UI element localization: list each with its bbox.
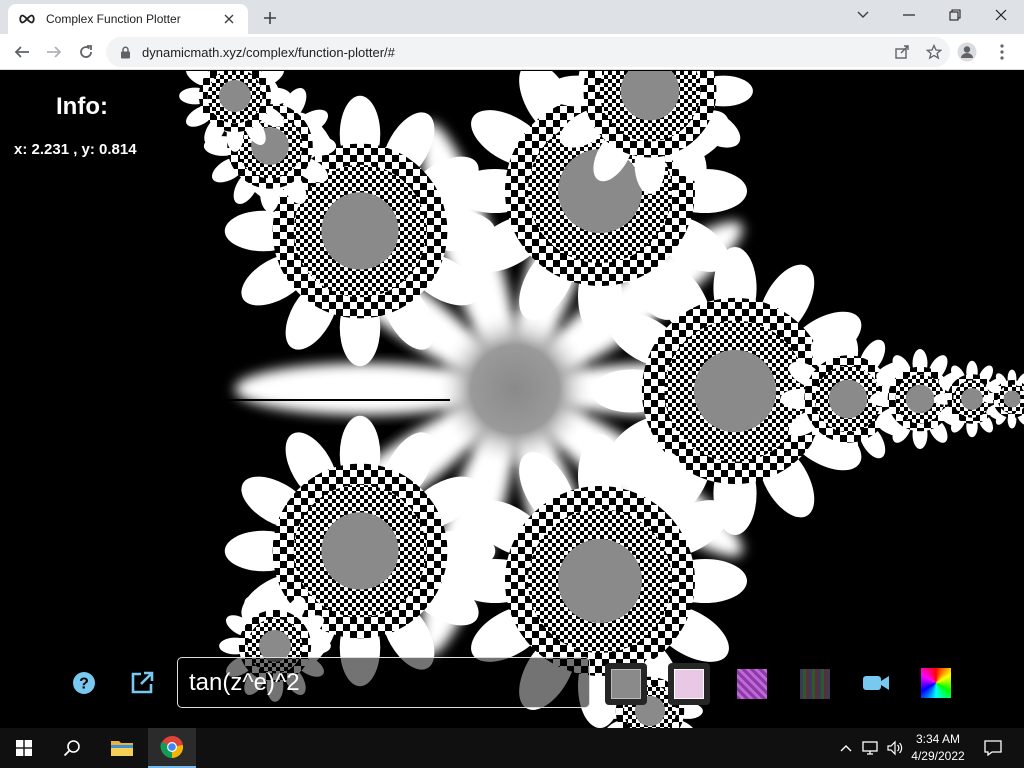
clock-time: 3:34 AM bbox=[915, 732, 961, 746]
swatch-gray-checker[interactable] bbox=[605, 663, 647, 705]
info-title: Info: bbox=[56, 93, 108, 120]
branch-cut-line bbox=[180, 399, 450, 401]
swatch-purple-checker[interactable] bbox=[731, 663, 773, 705]
star-icon[interactable] bbox=[918, 37, 950, 67]
swatch-dark-multicolor[interactable] bbox=[794, 663, 836, 705]
url-text[interactable]: dynamicmath.xyz/complex/function-plotter… bbox=[142, 45, 886, 60]
plot-rosette-core bbox=[321, 512, 399, 590]
search-icon[interactable] bbox=[48, 728, 96, 768]
tab-strip: Complex Function Plotter bbox=[0, 0, 1024, 34]
restore-icon[interactable] bbox=[932, 0, 978, 30]
infinity-icon bbox=[18, 13, 38, 25]
tab-title: Complex Function Plotter bbox=[46, 12, 181, 26]
taskbar: 3:34 AM 4/29/2022 bbox=[0, 728, 1024, 768]
browser-tab[interactable]: Complex Function Plotter bbox=[8, 4, 248, 34]
window-close-icon[interactable] bbox=[978, 0, 1024, 30]
minimize-icon[interactable] bbox=[886, 0, 932, 30]
address-bar[interactable]: dynamicmath.xyz/complex/function-plotter… bbox=[106, 37, 950, 67]
bottom-controls: ? bbox=[0, 657, 1024, 709]
close-icon[interactable] bbox=[220, 10, 238, 28]
clock-date: 4/29/2022 bbox=[911, 749, 965, 763]
screen: Complex Function Plotter dynamicmath.xyz… bbox=[0, 0, 1024, 768]
lock-icon[interactable] bbox=[120, 45, 134, 59]
back-icon[interactable] bbox=[8, 38, 36, 66]
profile-icon[interactable] bbox=[955, 40, 979, 64]
open-external-icon[interactable] bbox=[128, 669, 156, 697]
notification-icon[interactable] bbox=[978, 728, 1008, 768]
plot-rosette-core bbox=[1003, 390, 1021, 408]
svg-text:?: ? bbox=[79, 676, 89, 693]
new-tab-button[interactable] bbox=[258, 6, 282, 30]
plot-center-blur bbox=[435, 309, 595, 469]
share-icon[interactable] bbox=[886, 37, 918, 67]
cursor-coordinates: x: 2.231 , y: 0.814 bbox=[14, 141, 137, 158]
function-input[interactable] bbox=[177, 657, 590, 708]
windows-start-icon[interactable] bbox=[0, 728, 48, 768]
volume-icon[interactable] bbox=[884, 728, 906, 768]
file-explorer-icon[interactable] bbox=[98, 728, 146, 768]
taskbar-clock[interactable]: 3:34 AM 4/29/2022 bbox=[906, 731, 970, 765]
reload-icon[interactable] bbox=[72, 38, 100, 66]
function-plot-canvas[interactable] bbox=[0, 71, 1024, 728]
plot-rosette-core bbox=[905, 384, 935, 414]
plot-rosette-core bbox=[219, 80, 251, 112]
plot-viewport[interactable]: Info: x: 2.231 , y: 0.814 ? bbox=[0, 71, 1024, 728]
plot-rosette-core bbox=[558, 539, 642, 623]
plot-rosette-core bbox=[828, 379, 868, 419]
dark-multicolor-icon bbox=[800, 669, 830, 699]
plot-rosette-core bbox=[961, 388, 983, 410]
chrome-icon[interactable] bbox=[148, 728, 196, 768]
chevron-up-icon[interactable] bbox=[836, 728, 856, 768]
menu-icon[interactable] bbox=[990, 40, 1014, 64]
color-wheel-swatch bbox=[921, 668, 951, 698]
gray-checker-icon bbox=[611, 669, 641, 699]
purple-checker-icon bbox=[737, 669, 767, 699]
browser-toolbar: dynamicmath.xyz/complex/function-plotter… bbox=[0, 34, 1024, 70]
tab-search-icon[interactable] bbox=[840, 0, 886, 30]
color-wheel-icon[interactable] bbox=[920, 667, 952, 699]
forward-icon[interactable] bbox=[40, 38, 68, 66]
pink-checker-icon bbox=[674, 669, 704, 699]
info-panel: Info: x: 2.231 , y: 0.814 bbox=[14, 93, 150, 158]
video-camera-icon[interactable] bbox=[861, 669, 891, 697]
plot-rosette-core bbox=[321, 192, 399, 270]
help-icon[interactable]: ? bbox=[70, 669, 98, 697]
swatch-pink-checker[interactable] bbox=[668, 663, 710, 705]
plot-rosette-core bbox=[693, 349, 777, 433]
network-icon[interactable] bbox=[860, 728, 882, 768]
